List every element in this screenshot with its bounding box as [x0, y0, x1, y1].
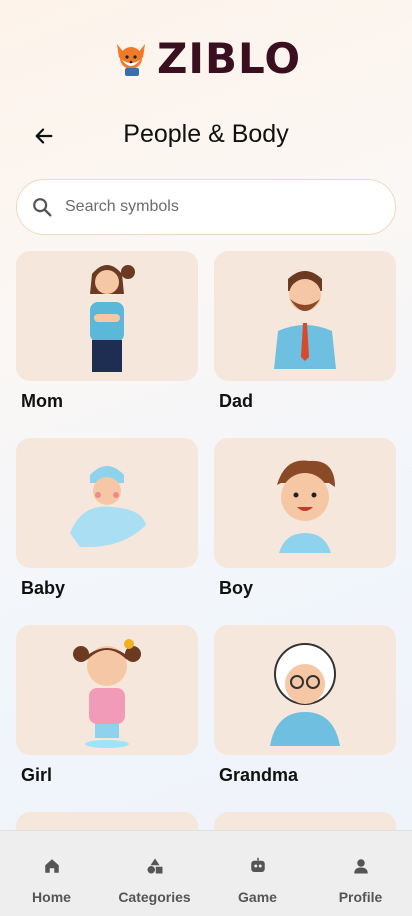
symbol-card-mom[interactable]: Mom [16, 251, 198, 412]
symbol-label: Boy [219, 578, 254, 598]
tab-label: Game [238, 889, 277, 905]
home-icon [44, 859, 59, 873]
tab-label: Profile [338, 889, 383, 905]
tab-profile[interactable]: Profile [309, 831, 412, 916]
symbol-tile [214, 438, 396, 568]
symbol-card-dad[interactable]: Dad [214, 251, 396, 412]
tab-label: Categories [118, 889, 191, 905]
search-bar[interactable] [16, 179, 396, 235]
tab-home[interactable]: Home [0, 831, 103, 916]
page-header: People & Body [0, 112, 412, 158]
app-logo: ZIBLO [0, 33, 412, 83]
tab-label: Home [32, 889, 71, 905]
fox-mascot-icon [116, 44, 145, 76]
symbol-tile [16, 251, 198, 381]
girl-illustration [73, 639, 141, 748]
symbol-card-baby[interactable]: Baby [16, 438, 198, 599]
tab-game[interactable]: Game [206, 831, 309, 916]
tab-categories[interactable]: Categories [103, 831, 206, 916]
symbol-card-boy[interactable]: Boy [214, 438, 396, 599]
mom-illustration [90, 265, 135, 372]
dad-illustration [274, 271, 336, 369]
symbol-tile [214, 251, 396, 381]
symbol-label: Dad [219, 391, 254, 411]
symbol-tile [214, 625, 396, 755]
symbol-label: Mom [21, 391, 63, 411]
symbol-card-girl[interactable]: Girl [16, 625, 198, 786]
symbol-tile [16, 438, 198, 568]
person-icon [353, 859, 368, 874]
page-title: People & Body [123, 120, 289, 148]
symbol-tile [16, 625, 198, 755]
baby-illustration [70, 466, 146, 548]
search-input[interactable] [65, 198, 355, 216]
symbol-label: Grandma [219, 765, 299, 785]
symbol-label: Baby [21, 578, 66, 598]
search-icon [33, 198, 52, 217]
symbol-label: Girl [21, 765, 53, 785]
boy-illustration [277, 460, 335, 553]
robot-icon [250, 857, 265, 872]
symbol-card-grandma[interactable]: Grandma [214, 625, 396, 786]
shapes-icon [147, 858, 162, 874]
grandma-illustration [270, 643, 340, 746]
bottom-tab-bar: Home Categories Game Profile [0, 830, 412, 916]
logo-wordmark: ZIBLO [156, 33, 302, 83]
